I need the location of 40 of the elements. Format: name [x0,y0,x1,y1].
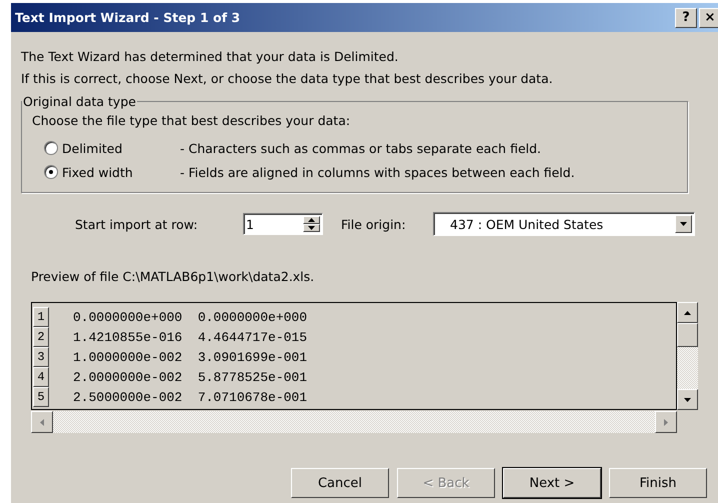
option-description: - Fields are aligned in columns with spaces between each field. [180,164,575,180]
scroll-down-icon[interactable] [677,389,698,410]
preview-label: Preview of file C:\MATLAB6p1\work\data2.xls. [31,269,316,284]
preview-line: 1.4210855e-016 4.4644717e-015 [73,330,308,344]
radio-label[interactable]: Fixed width [62,164,172,180]
intro-text: If this is correct, choose Next, or choose the data type that best describes your data. [21,71,554,86]
file-origin-label: File origin: [341,216,407,232]
dialog-button[interactable]: Next > [503,468,601,498]
spin-down-icon[interactable] [303,224,320,232]
preview-line: 2.5000000e-002 7.0710678e-001 [73,390,308,404]
option-description: - Characters such as commas or tabs separate each field. [180,140,542,156]
radio-label[interactable]: Delimited [62,140,172,156]
close-button[interactable]: × [699,8,718,28]
prompt-text: Choose the file type that best describes your data: [32,113,352,128]
window-title: Text Import Wizard - Step 1 of 3 [15,10,240,25]
group-legend: Original data type [22,94,137,109]
intro-text: The Text Wizard has determined that your data is Delimited. [21,49,400,64]
row-number: 2 [33,327,49,347]
row-number: 4 [33,367,49,387]
row-number: 5 [33,387,49,407]
vertical-scrollbar[interactable] [677,302,698,410]
radio-button[interactable] [44,165,58,179]
scroll-up-icon[interactable] [677,302,698,323]
spin-up-icon[interactable] [303,216,320,224]
preview-line: 0.0000000e+000 0.0000000e+000 [73,310,308,324]
file-origin-dropdown[interactable]: 437 : OEM United States [433,212,695,236]
preview-line: 2.0000000e-002 5.8778525e-001 [73,370,308,384]
scroll-right-icon[interactable] [655,411,677,433]
scroll-thumb[interactable] [677,323,698,347]
help-button[interactable]: ? [675,8,697,28]
dialog-button[interactable]: Finish [609,468,707,498]
row-number: 3 [33,347,49,367]
start-row-spinner[interactable]: 1 [243,213,323,235]
scroll-left-icon[interactable] [31,411,53,433]
dialog-button[interactable]: Cancel [291,468,389,498]
start-row-label: Start import at row: [75,216,199,232]
row-number: 1 [33,307,49,327]
preview-line: 1.0000000e-002 3.0901699e-001 [73,350,308,364]
radio-button[interactable] [44,141,58,155]
horizontal-scrollbar[interactable] [31,411,677,433]
